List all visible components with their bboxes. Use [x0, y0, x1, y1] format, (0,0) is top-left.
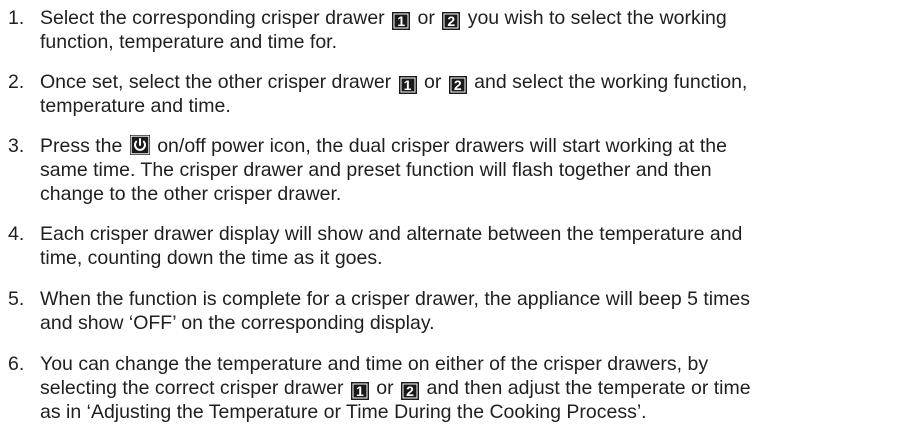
- step-number: 3.: [8, 135, 25, 157]
- drawer-2-icon: 2: [442, 12, 461, 30]
- step-text-segment: or: [412, 7, 441, 29]
- step-number: 6.: [8, 353, 25, 375]
- instruction-page: 1. Select the corresponding crisper draw…: [0, 0, 920, 444]
- step-text-line: temperature and time.: [40, 95, 231, 117]
- power-icon: [129, 135, 150, 155]
- step-text: You can change the temperature and time …: [40, 352, 905, 424]
- step-text-segment: or: [418, 71, 447, 93]
- step-text-line: function, temperature and time for.: [40, 31, 337, 53]
- step-text-segment: Select the corresponding crisper drawer: [40, 7, 391, 29]
- step-text: Each crisper drawer display will show an…: [40, 222, 905, 270]
- step-6: 6. You can change the temperature and ti…: [0, 352, 905, 424]
- drawer-2-icon: 2: [448, 76, 467, 94]
- step-text-segment: selecting the correct crisper drawer: [40, 377, 349, 399]
- step-text-line: and show ‘OFF’ on the corresponding disp…: [40, 312, 435, 334]
- step-text-line: When the function is complete for a cris…: [40, 288, 750, 310]
- step-text-segment: or: [370, 377, 400, 399]
- drawer-2-icon: 2: [401, 382, 420, 400]
- step-text-line: You can change the temperature and time …: [40, 353, 709, 375]
- step-text: When the function is complete for a cris…: [40, 287, 905, 335]
- step-text: Once set, select the other crisper drawe…: [40, 70, 905, 118]
- drawer-1-icon: 1: [392, 12, 411, 30]
- step-text-line: time, counting down the time as it goes.: [40, 247, 383, 269]
- step-text-line: Each crisper drawer display will show an…: [40, 223, 743, 245]
- step-5: 5. When the function is complete for a c…: [0, 287, 905, 335]
- step-number: 1.: [8, 7, 25, 29]
- step-text: Press the on/off power icon, the dual cr…: [40, 134, 905, 206]
- step-text-line: change to the other crisper drawer.: [40, 183, 342, 205]
- drawer-1-icon: 1: [398, 76, 417, 94]
- step-text-segment: on/off power icon, the dual crisper draw…: [151, 135, 727, 157]
- step-1: 1. Select the corresponding crisper draw…: [0, 6, 905, 54]
- step-2: 2. Once set, select the other crisper dr…: [0, 70, 905, 118]
- step-number: 2.: [8, 71, 25, 93]
- step-text-line: same time. The crisper drawer and preset…: [40, 159, 712, 181]
- step-text-segment: Once set, select the other crisper drawe…: [40, 71, 397, 93]
- step-text-segment: and then adjust the temperate or time: [421, 377, 751, 399]
- step-text-segment: you wish to select the working: [462, 7, 727, 29]
- step-number: 5.: [8, 288, 25, 310]
- step-3: 3. Press the on/off power icon, the dual…: [0, 134, 905, 206]
- step-4: 4. Each crisper drawer display will show…: [0, 222, 905, 270]
- step-text-segment: Press the: [40, 135, 128, 157]
- step-text-line: as in ‘Adjusting the Temperature or Time…: [40, 401, 647, 423]
- step-text: Select the corresponding crisper drawer …: [40, 6, 905, 54]
- step-text-segment: and select the working function,: [468, 71, 748, 93]
- step-number: 4.: [8, 223, 25, 245]
- drawer-1-icon: 1: [350, 382, 369, 400]
